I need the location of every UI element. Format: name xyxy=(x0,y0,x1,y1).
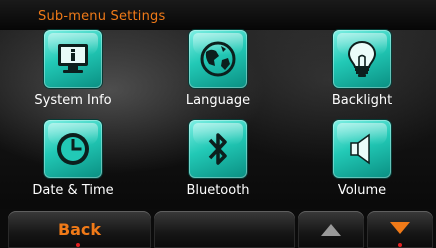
settings-screen: Sub-menu Settings System Info Language B… xyxy=(0,0,436,248)
backlight-label: Backlight xyxy=(331,93,393,108)
triangle-up-icon xyxy=(321,224,341,236)
back-indicator-dot xyxy=(76,243,80,247)
triangle-down-icon xyxy=(390,222,410,234)
language-label: Language xyxy=(185,93,251,108)
globe-icon xyxy=(189,30,247,88)
bluetooth-icon xyxy=(189,120,247,178)
title-bar: Sub-menu Settings xyxy=(0,0,436,30)
speaker-icon xyxy=(333,120,391,178)
scroll-up-button[interactable] xyxy=(298,211,364,248)
volume-button[interactable]: Volume xyxy=(312,120,412,210)
back-label: Back xyxy=(57,220,102,239)
page-title: Sub-menu Settings xyxy=(38,9,166,24)
down-indicator-dot xyxy=(398,243,402,247)
date-time-button[interactable]: Date & Time xyxy=(23,120,123,210)
volume-label: Volume xyxy=(337,183,387,198)
system-info-button[interactable]: System Info xyxy=(23,30,123,120)
empty-softkey-button[interactable] xyxy=(154,211,295,248)
system-info-label: System Info xyxy=(34,93,112,108)
back-button[interactable]: Back xyxy=(8,211,151,248)
bluetooth-button[interactable]: Bluetooth xyxy=(168,120,268,210)
lightbulb-icon xyxy=(333,30,391,88)
monitor-info-icon xyxy=(44,30,102,88)
backlight-button[interactable]: Backlight xyxy=(312,30,412,120)
date-time-label: Date & Time xyxy=(32,183,114,198)
bluetooth-label: Bluetooth xyxy=(186,183,250,198)
language-button[interactable]: Language xyxy=(168,30,268,120)
clock-icon xyxy=(44,120,102,178)
